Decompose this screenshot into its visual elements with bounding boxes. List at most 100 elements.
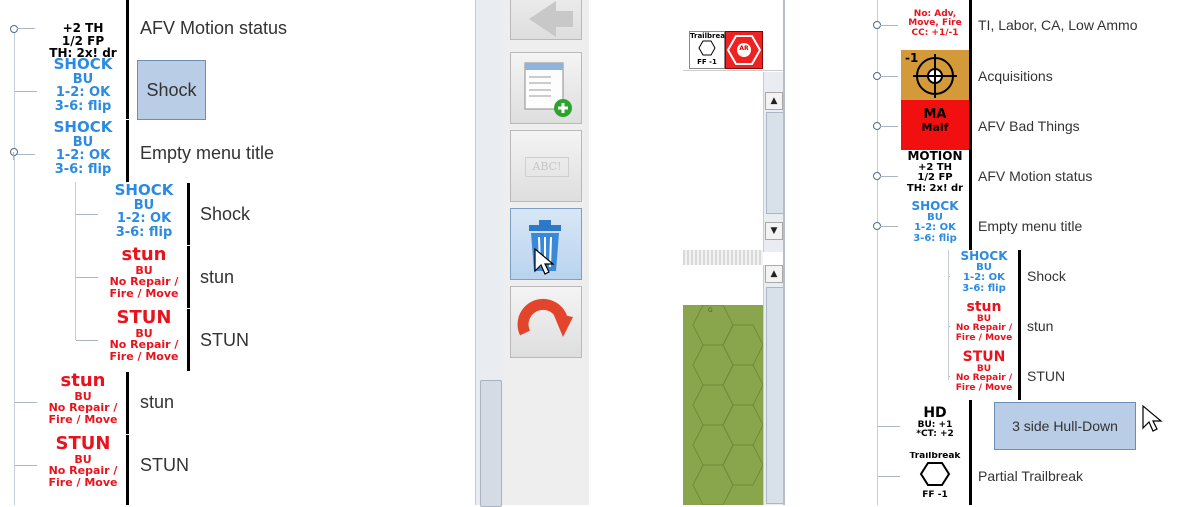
counter-line: FF -1 (922, 489, 948, 500)
mouse-cursor-icon (1142, 404, 1163, 432)
scroll-down-button[interactable]: ▼ (765, 222, 783, 240)
trailbreak-counter: Trailbreak FF -1 (689, 31, 730, 69)
right-tree-panel: No: Adv, Move, Fire CC: +1/-1 -1 MA Malf… (785, 0, 1183, 505)
divider[interactable] (683, 250, 763, 265)
arrow-back-icon (529, 1, 573, 37)
counter-line: STUN (55, 435, 111, 454)
tree-connector (878, 476, 900, 477)
stun-counter: STUN BU No Repair / Fire / Move (101, 309, 190, 371)
scroll-up-button[interactable]: ▲ (765, 92, 783, 110)
tree-connector (17, 28, 35, 29)
counter-line: *CT: +2 (916, 429, 954, 440)
abc-text-icon: ABC! (525, 157, 569, 177)
scrollbar-thumb[interactable] (766, 287, 784, 504)
counter-line: 1-2: OK (116, 211, 172, 227)
ma-malf-counter: MA Malf (901, 100, 972, 150)
tree-connector (17, 154, 35, 155)
acquisition-counter: -1 (901, 50, 972, 100)
vertical-scrollbar[interactable] (475, 0, 504, 507)
tree-item-label[interactable]: STUN (140, 455, 189, 476)
counter-line: MA (923, 107, 947, 122)
tree-item-label[interactable]: Partial Trailbreak (978, 468, 1083, 484)
tree-connector (880, 226, 898, 227)
map-scrollbar[interactable]: ▲ (763, 265, 784, 505)
counter-line: MOTION (907, 150, 963, 163)
hex-map[interactable]: G (683, 305, 763, 505)
tree-connector (15, 91, 37, 92)
tree-connector (15, 402, 37, 403)
tree-line (14, 30, 15, 505)
hull-down-counter: HD BU: +1 *CT: +2 (901, 400, 972, 452)
new-menu-button[interactable] (510, 52, 582, 124)
counter-line: stun (121, 246, 167, 265)
tree-item-label[interactable]: stun (1027, 318, 1053, 334)
counter-line: BU (72, 71, 94, 87)
map-area: Trailbreak FF -1 AR G ▲ ▼ ▲ (683, 0, 785, 505)
counter-line: STUN (116, 309, 172, 328)
toolbar: ABC! (503, 0, 589, 505)
tree-item-label[interactable]: AFV Bad Things (978, 118, 1080, 134)
hex-icon (919, 462, 951, 487)
counter-line: AR (739, 45, 749, 52)
shock-counter: SHOCK BU 1-2: OK 3-6: flip (950, 250, 1021, 300)
tree-item-label[interactable]: Empty menu title (140, 143, 274, 164)
counter-strip: Trailbreak FF -1 AR (683, 25, 783, 71)
back-button[interactable] (510, 0, 582, 40)
scroll-up-button[interactable]: ▲ (765, 265, 783, 283)
counter-line: STUN (962, 350, 1006, 365)
tree-item-label[interactable]: Empty menu title (978, 218, 1082, 234)
counter-line: Fire / Move (955, 332, 1013, 343)
tree-connector (880, 126, 898, 127)
text-area[interactable] (683, 72, 763, 253)
text-scrollbar[interactable]: ▲ ▼ (763, 72, 784, 252)
counter-line: Fire / Move (109, 286, 179, 300)
tree-connector (880, 76, 898, 77)
tree-item-label[interactable]: AFV Motion status (140, 18, 287, 39)
tree-item-label[interactable]: STUN (1027, 368, 1065, 384)
scrollbar-thumb[interactable] (766, 112, 784, 214)
tree-item-label[interactable]: AFV Motion status (978, 168, 1092, 184)
tree-item-label-selected[interactable]: Shock (137, 60, 206, 120)
ar-counter: AR (725, 31, 763, 69)
counter-line: Fire / Move (48, 412, 118, 426)
counter-line: Fire / Move (48, 475, 118, 489)
counter-line: stun (966, 300, 1002, 315)
hex-icon (698, 40, 716, 56)
redo-icon (517, 298, 573, 337)
counter-line: 3-6: flip (913, 232, 957, 244)
delete-button[interactable] (510, 208, 582, 280)
trailbreak-counter: Trailbreak FF -1 (901, 452, 972, 505)
stun-counter: STUN BU No Repair / Fire / Move (40, 435, 129, 497)
tree-item-label[interactable]: Shock (200, 204, 250, 225)
counter-line: stun (60, 372, 106, 391)
counter-line: BU (72, 134, 94, 150)
redo-button[interactable] (510, 286, 582, 358)
tree-item-label[interactable]: TI, Labor, CA, Low Ammo (978, 17, 1138, 33)
counter-line: SHOCK (53, 57, 113, 73)
counter-edge (40, 497, 129, 505)
counter-line: 3-6: flip (54, 99, 112, 115)
counter-line: SHOCK (960, 250, 1008, 263)
tree-connector (13, 152, 14, 160)
tree-knob-icon[interactable] (10, 25, 18, 33)
abc-button[interactable]: ABC! (510, 130, 582, 202)
scrollbar-thumb[interactable] (480, 380, 502, 507)
counter-line: CC: +1/-1 (911, 27, 959, 38)
tree-line (75, 180, 76, 340)
tree-item-label[interactable]: Shock (1027, 268, 1066, 284)
tree-item-label[interactable]: STUN (200, 330, 249, 351)
no-adv-counter: No: Adv, Move, Fire CC: +1/-1 (901, 0, 972, 50)
tree-item-label[interactable]: stun (140, 392, 174, 413)
tree-item-label[interactable]: Acquisitions (978, 68, 1053, 84)
tree-item-label[interactable]: stun (200, 267, 234, 288)
shock-counter: SHOCK BU 1-2: OK 3-6: flip (101, 183, 190, 245)
counter-line: Trailbreak (690, 32, 730, 40)
counter-line: 3-6: flip (115, 225, 173, 241)
counter-line: TH: 2x! dr (906, 182, 964, 194)
new-menu-icon (524, 62, 572, 117)
tree-connector (15, 465, 37, 466)
counter-line: +2 TH (62, 21, 104, 35)
tree-item-label-selected[interactable]: 3 side Hull-Down (994, 402, 1136, 450)
shock-counter: SHOCK BU 1-2: OK 3-6: flip (901, 200, 972, 250)
gutter (589, 0, 683, 505)
